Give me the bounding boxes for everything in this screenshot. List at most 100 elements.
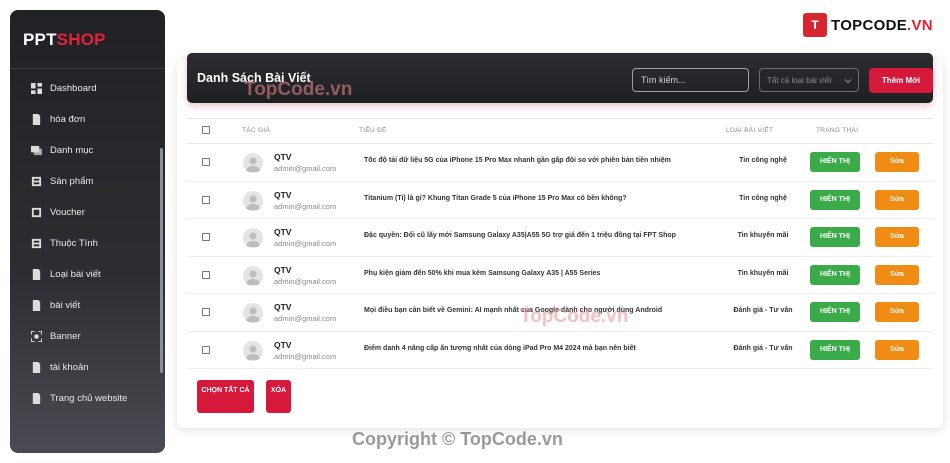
sidebar-item-post[interactable]: bài viết xyxy=(10,290,160,321)
post-icon xyxy=(30,300,42,312)
sidebar-item-product[interactable]: Sản phẩm xyxy=(10,166,160,197)
sidebar-item-label: Loại bài viết xyxy=(50,269,101,280)
select-all-button[interactable]: CHỌN TẤT CẢ xyxy=(197,380,254,413)
brand-part-1: PPT xyxy=(23,30,57,49)
banner-icon xyxy=(30,331,42,343)
author-name: QTV xyxy=(274,152,292,162)
sidebar-item-account[interactable]: tài khoản xyxy=(10,352,160,383)
sidebar-item-voucher[interactable]: Voucher xyxy=(10,197,160,228)
avatar xyxy=(243,153,263,173)
account-icon xyxy=(30,362,42,374)
author-name: QTV xyxy=(274,302,292,312)
list-header: Danh Sách Bài Viết Tất cả loại bài viết … xyxy=(187,53,933,103)
avatar xyxy=(243,228,263,248)
add-post-button[interactable]: Thêm Mới xyxy=(869,68,933,93)
edit-button[interactable]: Sửa xyxy=(875,189,919,210)
post-title: Đặc quyền: Đổi cũ lấy mới Samsung Galaxy… xyxy=(364,232,676,239)
avatar xyxy=(243,265,263,286)
voucher-icon xyxy=(30,207,42,219)
avatar xyxy=(243,190,263,211)
table-row: QTV admin@gmail.com Tốc độ tải dữ liệu 5… xyxy=(187,144,933,182)
edit-button[interactable]: Sửa xyxy=(875,227,919,247)
post-category: Tin khuyến mãi xyxy=(737,269,789,277)
sidebar-item-attribute[interactable]: Thuộc Tính xyxy=(10,228,160,259)
row-checkbox[interactable] xyxy=(202,308,210,316)
post-title: Titanium (Ti) là gì? Khung Titan Grade 5… xyxy=(364,194,627,202)
column-status: Trạng thái xyxy=(816,127,859,134)
category-icon xyxy=(30,145,42,157)
sidebar-item-label: tài khoản xyxy=(50,362,89,373)
column-author: Tác giả xyxy=(242,127,271,134)
sidebar-item-label: Trang chủ website xyxy=(50,393,128,404)
table-row: QTV admin@gmail.com Điểm danh 4 nâng cấp… xyxy=(187,332,933,369)
attribute-icon xyxy=(30,238,42,250)
sidebar-item-label: Danh mục xyxy=(50,145,94,156)
table-row: QTV admin@gmail.com Đặc quyền: Đổi cũ lấ… xyxy=(187,219,933,257)
post-title: Phụ kiện giảm đến 50% khi mua kèm Samsun… xyxy=(364,269,601,277)
sidebar: PPTSHOP Dashboard hóa đơn Danh mục Sản p… xyxy=(10,10,165,453)
post-category: Tin khuyến mãi xyxy=(737,232,789,239)
sidebar-item-label: Banner xyxy=(50,331,81,342)
column-title: Tiêu đề xyxy=(359,127,387,134)
sidebar-scrollbar[interactable] xyxy=(160,148,163,373)
author-name: QTV xyxy=(274,264,292,275)
post-title: Tốc độ tải dữ liệu 5G của iPhone 15 Pro … xyxy=(364,157,671,164)
post-category: Đánh giá - Tư vấn xyxy=(733,344,793,352)
avatar xyxy=(243,340,263,361)
row-checkbox[interactable] xyxy=(202,270,210,279)
select-all-checkbox[interactable] xyxy=(202,126,210,134)
status-button[interactable]: HIỂN THỊ xyxy=(810,302,860,322)
author-email: admin@gmail.com xyxy=(274,314,337,323)
post-title: Mọi điều bạn cần biết về Gemini: AI mạnh… xyxy=(364,307,663,314)
post-type-select-value: Tất cả loại bài viết xyxy=(767,76,832,85)
sidebar-item-invoice[interactable]: hóa đơn xyxy=(10,104,160,135)
chevron-down-icon xyxy=(844,79,852,84)
status-button[interactable]: HIỂN THỊ xyxy=(810,339,860,360)
author-name: QTV xyxy=(274,189,292,200)
status-button[interactable]: HIỂN THỊ xyxy=(810,189,860,210)
sidebar-item-post-type[interactable]: Loại bài viết xyxy=(10,259,160,290)
post-type-icon xyxy=(30,269,42,281)
author-name: QTV xyxy=(274,339,292,350)
sidebar-item-category[interactable]: Danh mục xyxy=(10,135,160,166)
copyright-watermark: Copyright © TopCode.vn xyxy=(352,429,563,449)
author-name: QTV xyxy=(274,227,292,237)
author-email: admin@gmail.com xyxy=(274,351,337,361)
author-email: admin@gmail.com xyxy=(274,164,337,173)
row-checkbox[interactable] xyxy=(202,195,210,204)
column-category: Loại bài viết xyxy=(726,127,774,134)
dashboard-icon xyxy=(30,83,42,95)
topcode-logo-text: TOPCODE.VN xyxy=(831,17,933,34)
sidebar-nav: Dashboard hóa đơn Danh mục Sản phẩm Vouc… xyxy=(10,73,160,414)
delete-selected-button[interactable]: XÓA xyxy=(266,380,291,413)
sidebar-item-home[interactable]: Trang chủ website xyxy=(10,383,160,414)
post-category: Tin công nghệ xyxy=(739,194,787,202)
invoice-icon xyxy=(30,114,42,126)
row-checkbox[interactable] xyxy=(202,158,210,166)
logo-text-main: TOPCODE xyxy=(831,16,908,34)
post-category: Đánh giá - Tư vấn xyxy=(733,307,793,314)
sidebar-item-label: Voucher xyxy=(50,207,85,218)
row-checkbox[interactable] xyxy=(202,345,210,354)
edit-button[interactable]: Sửa xyxy=(875,302,919,322)
sidebar-item-banner[interactable]: Banner xyxy=(10,321,160,352)
status-button[interactable]: HIỂN THỊ xyxy=(810,264,860,285)
edit-button[interactable]: Sửa xyxy=(875,339,919,360)
author-email: admin@gmail.com xyxy=(274,239,337,248)
search-input[interactable] xyxy=(632,68,749,92)
edit-button[interactable]: Sửa xyxy=(875,264,919,285)
status-button[interactable]: HIỂN THỊ xyxy=(810,152,860,172)
avatar xyxy=(243,303,263,323)
post-title: Điểm danh 4 nâng cấp ấn tượng nhất của d… xyxy=(364,344,636,352)
table-row: QTV admin@gmail.com Mọi điều bạn cần biế… xyxy=(187,294,933,332)
brand-logo[interactable]: PPTSHOP xyxy=(10,10,165,60)
sidebar-item-dashboard[interactable]: Dashboard xyxy=(10,73,160,104)
table-row: QTV admin@gmail.com Titanium (Ti) là gì?… xyxy=(187,182,933,219)
home-icon xyxy=(30,393,42,405)
table-row: QTV admin@gmail.com Phụ kiện giảm đến 50… xyxy=(187,257,933,294)
author-email: admin@gmail.com xyxy=(274,276,337,286)
row-checkbox[interactable] xyxy=(202,233,210,241)
edit-button[interactable]: Sửa xyxy=(875,152,919,172)
post-type-select[interactable]: Tất cả loại bài viết xyxy=(759,68,859,92)
status-button[interactable]: HIỂN THỊ xyxy=(810,227,860,247)
